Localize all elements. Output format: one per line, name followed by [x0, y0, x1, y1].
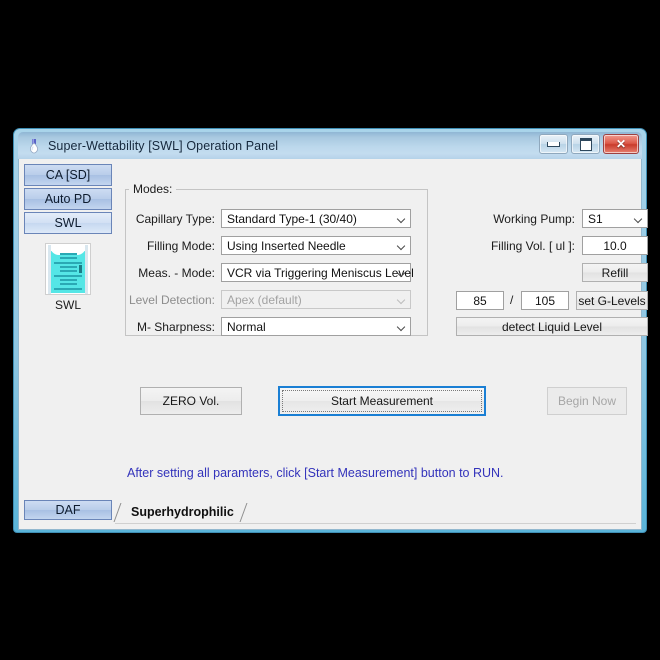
- field-capillary-type: Capillary Type: Standard Type-1 (30/40): [127, 209, 411, 228]
- dropdown-value: Normal: [227, 319, 266, 334]
- dropdown-value: Apex (default): [227, 292, 302, 307]
- level-detection-dropdown: Apex (default): [221, 290, 411, 309]
- client-area: CA [SD] Auto PD SWL SWL DAF Modes: Capil…: [18, 159, 648, 530]
- tab-superhydrophilic[interactable]: Superhydrophilic: [115, 501, 248, 523]
- beaker-tick: [60, 266, 77, 268]
- dropdown-value: VCR via Triggering Meniscus Level: [227, 265, 414, 280]
- maximize-icon: [579, 137, 592, 151]
- glevel-low-input[interactable]: 85: [456, 291, 504, 310]
- field-label: Filling Mode:: [146, 238, 215, 253]
- dropdown-value: Using Inserted Needle: [227, 238, 346, 253]
- bottom-tab-bar: Superhydrophilic: [115, 501, 636, 524]
- filling-mode-dropdown[interactable]: Using Inserted Needle: [221, 236, 411, 255]
- window-title: Super-Wettability [SWL] Operation Panel: [48, 138, 279, 153]
- modes-group-title: Modes:: [129, 182, 177, 196]
- instruction-text: After setting all paramters, click [Star…: [127, 466, 504, 480]
- sidebar-tab-label: Auto PD: [44, 192, 92, 206]
- window-controls: ✕: [539, 134, 639, 154]
- zero-vol-button[interactable]: ZERO Vol.: [140, 387, 242, 415]
- set-glevels-button[interactable]: set G-Levels: [576, 291, 648, 310]
- sidebar-preview-label: SWL: [54, 298, 81, 312]
- close-icon: ✕: [615, 137, 627, 151]
- sidebar-tab-label: DAF: [55, 503, 81, 517]
- beaker-tick: [60, 257, 77, 259]
- field-meas-mode: Meas. - Mode: VCR via Triggering Meniscu…: [127, 263, 414, 282]
- field-label: Meas. - Mode:: [138, 265, 215, 280]
- sidebar-tab-auto-pd[interactable]: Auto PD: [24, 188, 112, 210]
- field-filling-mode: Filling Mode: Using Inserted Needle: [127, 236, 411, 255]
- sidebar-tab-daf[interactable]: DAF: [24, 500, 112, 520]
- field-label: M- Sharpness:: [136, 319, 215, 334]
- main-panel: Modes: Capillary Type: Standard Type-1 (…: [115, 164, 648, 524]
- glevel-high-input[interactable]: 105: [521, 291, 569, 310]
- dropdown-value: S1: [588, 211, 603, 226]
- beaker-tick: [60, 283, 77, 285]
- close-button[interactable]: ✕: [603, 134, 639, 154]
- sidebar-tab-label: SWL: [54, 216, 82, 230]
- sidebar-preview: SWL: [24, 243, 112, 312]
- maximize-button[interactable]: [571, 134, 600, 154]
- m-sharpness-dropdown[interactable]: Normal: [221, 317, 411, 336]
- beaker-tick: [60, 253, 77, 255]
- beaker-tick: [60, 270, 77, 272]
- start-measurement-button[interactable]: Start Measurement: [278, 386, 486, 416]
- chevron-down-icon: [393, 210, 410, 227]
- meas-mode-dropdown[interactable]: VCR via Triggering Meniscus Level: [221, 263, 414, 282]
- sidebar-tab-label: CA [SD]: [45, 168, 91, 182]
- beaker-tick: [54, 275, 82, 277]
- chevron-down-icon: [393, 237, 410, 254]
- beaker-wall-left: [48, 245, 51, 294]
- filling-vol-input[interactable]: 10.0: [582, 236, 648, 255]
- sidebar-tab-swl[interactable]: SWL: [24, 212, 112, 234]
- title-bar[interactable]: Super-Wettability [SWL] Operation Panel …: [18, 132, 642, 159]
- field-label: Capillary Type:: [135, 211, 215, 226]
- chevron-down-icon: [630, 210, 647, 227]
- working-pump-label: Working Pump:: [493, 212, 575, 226]
- beaker-needle-icon: [79, 265, 82, 273]
- glevel-separator: /: [510, 293, 514, 307]
- working-pump-dropdown[interactable]: S1: [582, 209, 648, 228]
- refill-button[interactable]: Refill: [582, 263, 648, 282]
- sidebar: CA [SD] Auto PD SWL SWL DAF: [24, 164, 112, 524]
- chevron-down-icon: [393, 264, 410, 281]
- chevron-down-icon: [393, 318, 410, 335]
- droplet-icon: [26, 138, 42, 154]
- filling-vol-label: Filling Vol. [ ul ]:: [490, 239, 575, 253]
- beaker-wall-right: [85, 245, 88, 294]
- minimize-button[interactable]: [539, 134, 568, 154]
- application-window: Super-Wettability [SWL] Operation Panel …: [13, 128, 648, 533]
- minimize-icon: [547, 141, 560, 147]
- field-label: Level Detection:: [128, 292, 215, 307]
- button-label: Start Measurement: [330, 394, 434, 408]
- sidebar-tab-ca-sd[interactable]: CA [SD]: [24, 164, 112, 186]
- capillary-type-dropdown[interactable]: Standard Type-1 (30/40): [221, 209, 411, 228]
- field-m-sharpness: M- Sharpness: Normal: [127, 317, 411, 336]
- beaker-tick: [60, 279, 77, 281]
- chevron-down-icon: [393, 291, 410, 308]
- capillary-beaker-icon: [45, 243, 91, 295]
- detect-liquid-level-button[interactable]: detect Liquid Level: [456, 317, 648, 336]
- dropdown-value: Standard Type-1 (30/40): [227, 211, 357, 226]
- beaker-tick: [54, 288, 82, 290]
- tab-label: Superhydrophilic: [131, 505, 234, 519]
- field-level-detection: Level Detection: Apex (default): [127, 290, 411, 309]
- begin-now-button: Begin Now: [547, 387, 627, 415]
- beaker-tick: [54, 262, 82, 264]
